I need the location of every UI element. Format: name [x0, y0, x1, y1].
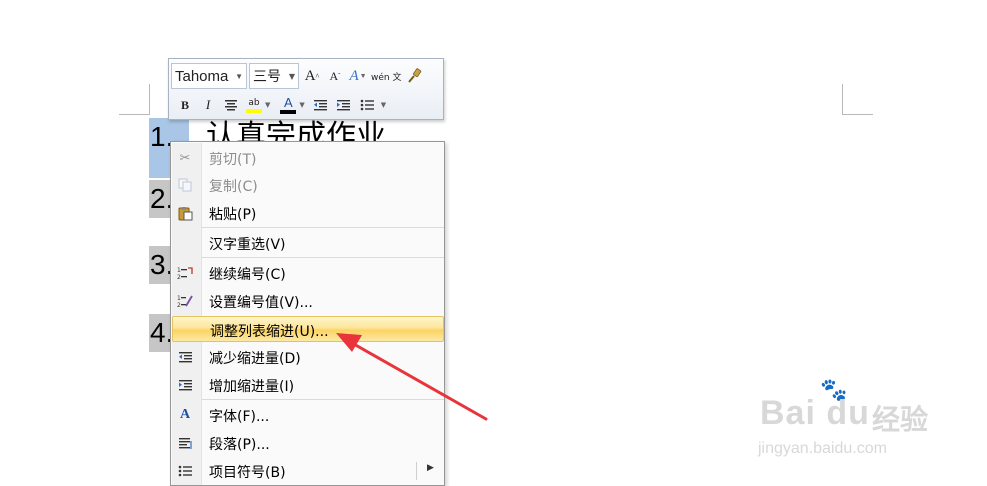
watermark-logo-text: Bai du — [760, 394, 870, 432]
baidu-jingyan-watermark: 🐾 Bai du 经验 jingyan.baidu.com — [752, 378, 952, 468]
watermark-cn-text: 经验 — [872, 403, 929, 436]
watermark-url: jingyan.baidu.com — [758, 440, 887, 457]
